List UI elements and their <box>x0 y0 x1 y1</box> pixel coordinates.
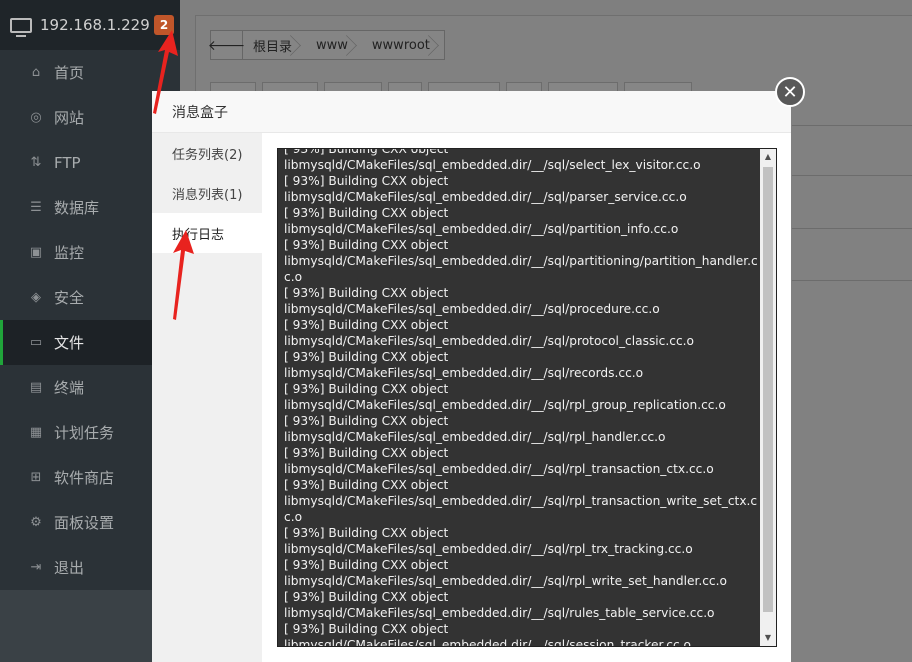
log-line: [ 93%] Building CXX object <box>284 238 449 252</box>
sidebar-item-label: 终端 <box>54 379 85 397</box>
log-line: [ 93%] Building CXX object <box>284 590 449 604</box>
scroll-down-icon[interactable]: ▼ <box>760 630 776 646</box>
log-line: libmysqld/CMakeFiles/sql_embedded.dir/__… <box>284 190 687 204</box>
log-line: libmysqld/CMakeFiles/sql_embedded.dir/__… <box>284 254 758 284</box>
sidebar-item-label: 网站 <box>54 109 85 127</box>
back-arrow-icon[interactable]: 🡐 <box>208 31 245 59</box>
breadcrumb-wwwroot[interactable]: wwwroot <box>362 31 444 59</box>
sidebar-item-label: 数据库 <box>54 199 100 217</box>
log-line: libmysqld/CMakeFiles/sql_embedded.dir/__… <box>284 158 701 172</box>
log-line: [ 93%] Building CXX object <box>284 558 449 572</box>
close-icon[interactable]: ✕ <box>775 77 805 107</box>
home-icon: ⌂ <box>31 65 41 80</box>
sidebar-item-label: 计划任务 <box>54 424 115 442</box>
log-line: [ 93%] Building CXX object <box>284 414 449 428</box>
breadcrumb-www[interactable]: www <box>306 31 362 59</box>
monitor-chart-icon: ▣ <box>29 245 43 260</box>
tab-task-list[interactable]: 任务列表(2) <box>152 133 262 173</box>
sidebar-item-label: 文件 <box>54 334 85 352</box>
database-icon: ☰ <box>30 200 42 215</box>
breadcrumb-root[interactable]: 根目录 <box>243 31 306 59</box>
log-line: [ 93%] Building CXX object <box>284 286 449 300</box>
log-text: [ 93%] Building CXX object libmysqld/CMak… <box>284 148 760 647</box>
log-line: [ 93%] Building CXX object <box>284 446 449 460</box>
log-line: [ 93%] Building CXX object <box>284 622 449 636</box>
table-divider <box>792 228 912 229</box>
log-line: libmysqld/CMakeFiles/sql_embedded.dir/__… <box>284 542 693 556</box>
tab-message-list[interactable]: 消息列表(1) <box>152 173 262 213</box>
gear-icon: ⚙ <box>30 515 42 530</box>
table-divider <box>792 125 912 126</box>
log-line: libmysqld/CMakeFiles/sql_embedded.dir/__… <box>284 574 727 588</box>
log-line: libmysqld/CMakeFiles/sql_embedded.dir/__… <box>284 302 660 316</box>
table-divider <box>792 280 912 281</box>
annotation-arrow-up-2 <box>173 230 194 320</box>
log-line: [ 93%] Building CXX object <box>284 478 449 492</box>
sidebar-item-label: 退出 <box>54 559 85 577</box>
annotation-arrow-up <box>153 30 178 114</box>
sidebar-item-label: 监控 <box>54 244 85 262</box>
terminal-icon: ▤ <box>29 380 43 395</box>
calendar-icon: ▦ <box>29 425 43 440</box>
log-line: libmysqld/CMakeFiles/sql_embedded.dir/__… <box>284 494 758 524</box>
sidebar-item-label: FTP <box>54 153 81 172</box>
log-line: libmysqld/CMakeFiles/sql_embedded.dir/__… <box>284 366 644 380</box>
log-line: [ 93%] Building CXX object <box>284 148 449 156</box>
log-line: libmysqld/CMakeFiles/sql_embedded.dir/__… <box>284 430 666 444</box>
log-line: libmysqld/CMakeFiles/sql_embedded.dir/__… <box>284 462 714 476</box>
scroll-up-icon[interactable]: ▲ <box>760 149 776 165</box>
shield-icon: ◈ <box>31 290 41 305</box>
log-line: [ 93%] Building CXX object <box>284 174 449 188</box>
log-line: [ 93%] Building CXX object <box>284 382 449 396</box>
modal-title: 消息盒子 <box>152 91 791 133</box>
ftp-icon: ⇅ <box>30 155 42 170</box>
modal-tabs: 任务列表(2) 消息列表(1) 执行日志 <box>152 133 262 662</box>
log-line: [ 93%] Building CXX object <box>284 526 449 540</box>
log-line: libmysqld/CMakeFiles/sql_embedded.dir/__… <box>284 398 726 412</box>
breadcrumb: 🡐 根目录 www wwwroot <box>208 30 445 60</box>
log-line: libmysqld/CMakeFiles/sql_embedded.dir/__… <box>284 638 692 647</box>
logout-icon: ⇥ <box>30 560 42 575</box>
sidebar-item-label: 软件商店 <box>54 469 115 487</box>
log-scrollbar[interactable]: ▲ ▼ <box>760 149 776 646</box>
folder-icon: ▭ <box>29 335 43 350</box>
log-line: [ 93%] Building CXX object <box>284 350 449 364</box>
log-line: libmysqld/CMakeFiles/sql_embedded.dir/__… <box>284 334 694 348</box>
execution-log-panel[interactable]: [ 93%] Building CXX object libmysqld/CMak… <box>277 148 777 647</box>
sidebar-item-label: 面板设置 <box>54 514 115 532</box>
server-ip: 192.168.1.229 <box>40 16 150 34</box>
log-line: [ 93%] Building CXX object <box>284 318 449 332</box>
log-line: libmysqld/CMakeFiles/sql_embedded.dir/__… <box>284 606 715 620</box>
message-box-modal: 消息盒子 任务列表(2) 消息列表(1) 执行日志 [ 93%] Buildin… <box>152 91 791 662</box>
table-divider <box>792 175 912 176</box>
globe-icon: ◎ <box>30 110 42 125</box>
log-line: [ 93%] Building CXX object <box>284 206 449 220</box>
log-line: libmysqld/CMakeFiles/sql_embedded.dir/__… <box>284 222 679 236</box>
grid-icon: ⊞ <box>30 470 42 485</box>
scroll-thumb[interactable] <box>763 167 773 612</box>
monitor-icon <box>10 17 32 37</box>
sidebar-item-label: 首页 <box>54 64 85 82</box>
sidebar-item-label: 安全 <box>54 289 85 307</box>
